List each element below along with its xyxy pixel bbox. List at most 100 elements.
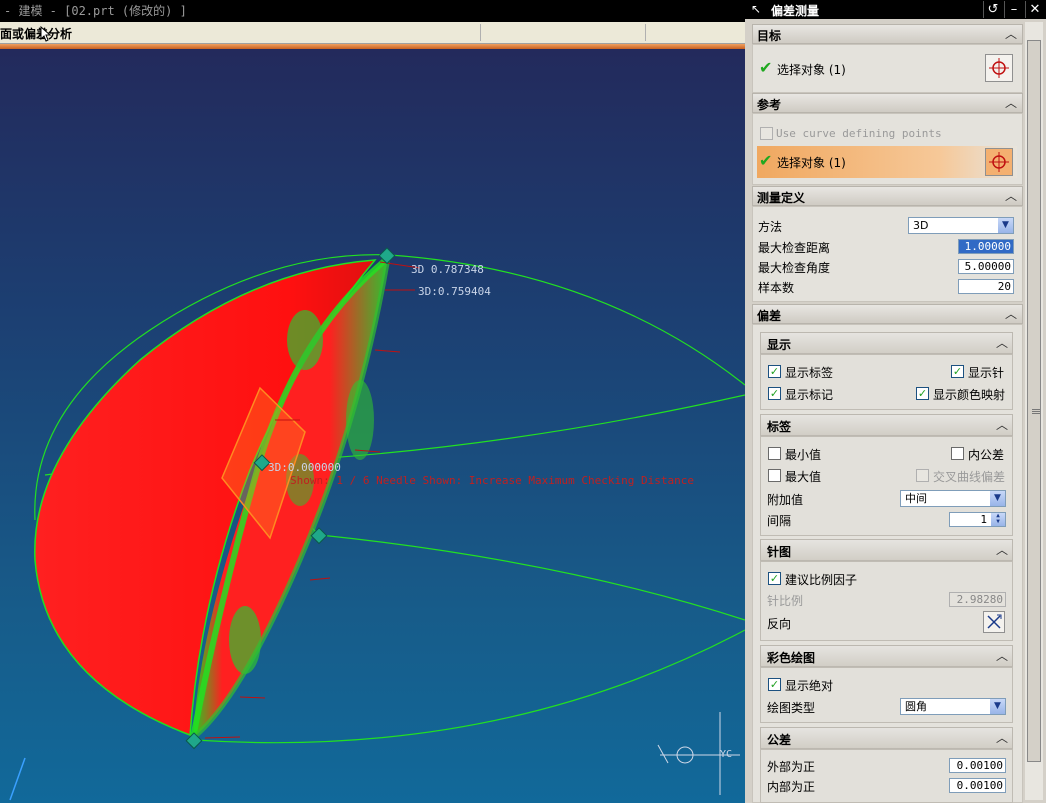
subgroup-labels[interactable]: 标签 ︿ bbox=[760, 414, 1013, 436]
needle-scale-label: 针比例 bbox=[767, 594, 804, 608]
reverse-direction-icon bbox=[987, 614, 1002, 629]
cross-curve-label: 交叉曲线偏差 bbox=[933, 470, 1006, 484]
subgroup-tolerance[interactable]: 公差 ︿ bbox=[760, 727, 1013, 749]
collapse-icon[interactable]: ︿ bbox=[1005, 94, 1017, 111]
show-markers-label: 显示标记 bbox=[785, 388, 834, 402]
collapse-icon[interactable]: ︿ bbox=[1005, 187, 1017, 204]
use-curve-checkbox[interactable] bbox=[760, 127, 773, 140]
max-distance-input[interactable]: 1.00000 bbox=[958, 239, 1014, 254]
plot-type-dropdown[interactable]: 圆角 ▼ bbox=[900, 698, 1006, 715]
select-object-button[interactable] bbox=[985, 54, 1013, 82]
outer-positive-input[interactable]: 0.00100 bbox=[949, 758, 1006, 773]
use-curve-label: Use curve defining points bbox=[776, 127, 942, 140]
subgroup-title: 公差 bbox=[767, 733, 792, 747]
show-labels-label: 显示标签 bbox=[785, 366, 834, 380]
collapse-icon[interactable]: ︿ bbox=[996, 541, 1008, 558]
deviation-label: 3D:0.000000 bbox=[268, 461, 341, 474]
plot-type-label: 绘图类型 bbox=[767, 701, 816, 715]
interval-spinner[interactable]: 1 ▲ ▼ bbox=[949, 512, 1006, 527]
crosshair-icon bbox=[989, 152, 1009, 172]
model-view bbox=[9, 247, 745, 801]
target-select-label[interactable]: 选择对象 (1) bbox=[777, 61, 846, 78]
min-value-checkbox[interactable] bbox=[768, 447, 781, 460]
subgroup-display[interactable]: 显示 ︿ bbox=[760, 332, 1013, 354]
collapse-icon[interactable]: ︿ bbox=[996, 647, 1008, 664]
needle-scale-input[interactable]: 2.98280 bbox=[949, 592, 1006, 607]
section-deviation[interactable]: 偏差 ︿ bbox=[752, 304, 1023, 324]
dialog-titlebar: ↖ 偏差测量 ↺ – ✕ bbox=[745, 0, 1046, 19]
subgroup-title: 彩色绘图 bbox=[767, 651, 816, 665]
deviation-label: 3D 0.787348 bbox=[411, 263, 484, 276]
inner-positive-input[interactable]: 0.00100 bbox=[949, 778, 1006, 793]
measure-body: 方法 3D ▼ 最大检查距离 1.00000 最大检查角度 5.00000 样本数… bbox=[752, 206, 1023, 302]
inner-tol-checkbox[interactable] bbox=[951, 447, 964, 460]
show-color-map-checkbox[interactable]: ✓ bbox=[916, 387, 929, 400]
menu-label[interactable]: 面或偏差分析 bbox=[0, 25, 72, 42]
min-value-label: 最小值 bbox=[785, 448, 822, 462]
reference-select-label[interactable]: 选择对象 (1) bbox=[777, 154, 846, 171]
max-value-label: 最大值 bbox=[785, 470, 822, 484]
chevron-down-icon: ▼ bbox=[990, 491, 1005, 506]
scroll-thumb[interactable] bbox=[1027, 40, 1041, 762]
needle-body: ✓ 建议比例因子 针比例 2.98280 反向 bbox=[760, 561, 1013, 641]
window-title: - 建模 - [02.prt (修改的) ] bbox=[0, 0, 745, 22]
menu-separator bbox=[480, 24, 481, 41]
method-dropdown[interactable]: 3D ▼ bbox=[908, 217, 1014, 234]
show-labels-checkbox[interactable]: ✓ bbox=[768, 365, 781, 378]
dialog-scrollbar[interactable] bbox=[1025, 22, 1043, 800]
additional-label: 附加值 bbox=[767, 493, 804, 507]
select-object-button[interactable] bbox=[985, 148, 1013, 176]
additional-dropdown[interactable]: 中间 ▼ bbox=[900, 490, 1006, 507]
section-title: 测量定义 bbox=[757, 191, 806, 205]
inner-tol-label: 内公差 bbox=[968, 448, 1005, 462]
collapse-icon[interactable]: ︿ bbox=[996, 416, 1008, 433]
mouse-cursor-icon bbox=[40, 26, 52, 42]
outer-positive-label: 外部为正 bbox=[767, 760, 816, 774]
tolerance-body: 外部为正 0.00100 内部为正 0.00100 bbox=[760, 749, 1013, 803]
samples-input[interactable]: 20 bbox=[958, 279, 1014, 294]
axis-label: YC bbox=[720, 749, 733, 760]
cross-curve-checkbox[interactable] bbox=[916, 469, 929, 482]
subgroup-needle[interactable]: 针图 ︿ bbox=[760, 539, 1013, 561]
show-markers-checkbox[interactable]: ✓ bbox=[768, 387, 781, 400]
show-color-map-label: 显示颜色映射 bbox=[933, 388, 1006, 402]
collapse-icon[interactable]: ︿ bbox=[1005, 25, 1017, 42]
target-body: ✔ 选择对象 (1) bbox=[752, 44, 1023, 93]
subgroup-title: 显示 bbox=[767, 338, 792, 352]
section-target[interactable]: 目标 ︿ bbox=[752, 24, 1023, 44]
minimize-icon[interactable]: – bbox=[1004, 1, 1023, 18]
curve-wire bbox=[194, 629, 745, 744]
subgroup-title: 针图 bbox=[767, 545, 792, 559]
max-angle-input[interactable]: 5.00000 bbox=[958, 259, 1014, 274]
show-needles-checkbox[interactable]: ✓ bbox=[951, 365, 964, 378]
close-icon[interactable]: ✕ bbox=[1025, 1, 1044, 18]
max-distance-label: 最大检查距离 bbox=[758, 241, 831, 255]
section-title: 偏差 bbox=[757, 309, 782, 323]
max-value-checkbox[interactable] bbox=[768, 469, 781, 482]
max-angle-label: 最大检查角度 bbox=[758, 261, 831, 275]
menu-bar: 面或偏差分析 bbox=[0, 22, 745, 44]
labels-body: 最小值 内公差 最大值 交叉曲线偏差 附加值 中间 ▼ 间隔 1 ▲ ▼ bbox=[760, 436, 1013, 536]
reverse-button[interactable] bbox=[983, 611, 1005, 633]
method-label: 方法 bbox=[758, 220, 783, 234]
reference-body: Use curve defining points ✔ 选择对象 (1) bbox=[752, 113, 1023, 185]
deviation-label: 3D:0.759404 bbox=[418, 285, 491, 298]
reset-icon[interactable]: ↺ bbox=[983, 1, 1002, 18]
show-needles-label: 显示针 bbox=[968, 366, 1005, 380]
pointer-icon: ↖ bbox=[750, 2, 762, 16]
collapse-icon[interactable]: ︿ bbox=[996, 334, 1008, 351]
show-absolute-checkbox[interactable]: ✓ bbox=[768, 678, 781, 691]
collapse-icon[interactable]: ︿ bbox=[996, 729, 1008, 746]
subgroup-color-plot[interactable]: 彩色绘图 ︿ bbox=[760, 645, 1013, 667]
checkmark-icon: ✔ bbox=[759, 151, 773, 170]
checkmark-icon: ✔ bbox=[759, 58, 773, 77]
chevron-down-icon: ▼ bbox=[998, 218, 1013, 233]
needle-warning: Shown: 1 / 6 Needle Shown: Increase Maxi… bbox=[290, 474, 694, 487]
graphics-viewport[interactable]: 3D 0.787348 3D:0.759404 3D:0.000000 Show… bbox=[0, 49, 745, 803]
collapse-icon[interactable]: ︿ bbox=[1005, 305, 1017, 322]
chevron-down-icon: ▼ bbox=[990, 699, 1005, 714]
section-reference[interactable]: 参考 ︿ bbox=[752, 93, 1023, 113]
section-measure-definition[interactable]: 测量定义 ︿ bbox=[752, 186, 1023, 206]
subgroup-title: 标签 bbox=[767, 420, 792, 434]
suggest-scale-checkbox[interactable]: ✓ bbox=[768, 572, 781, 585]
